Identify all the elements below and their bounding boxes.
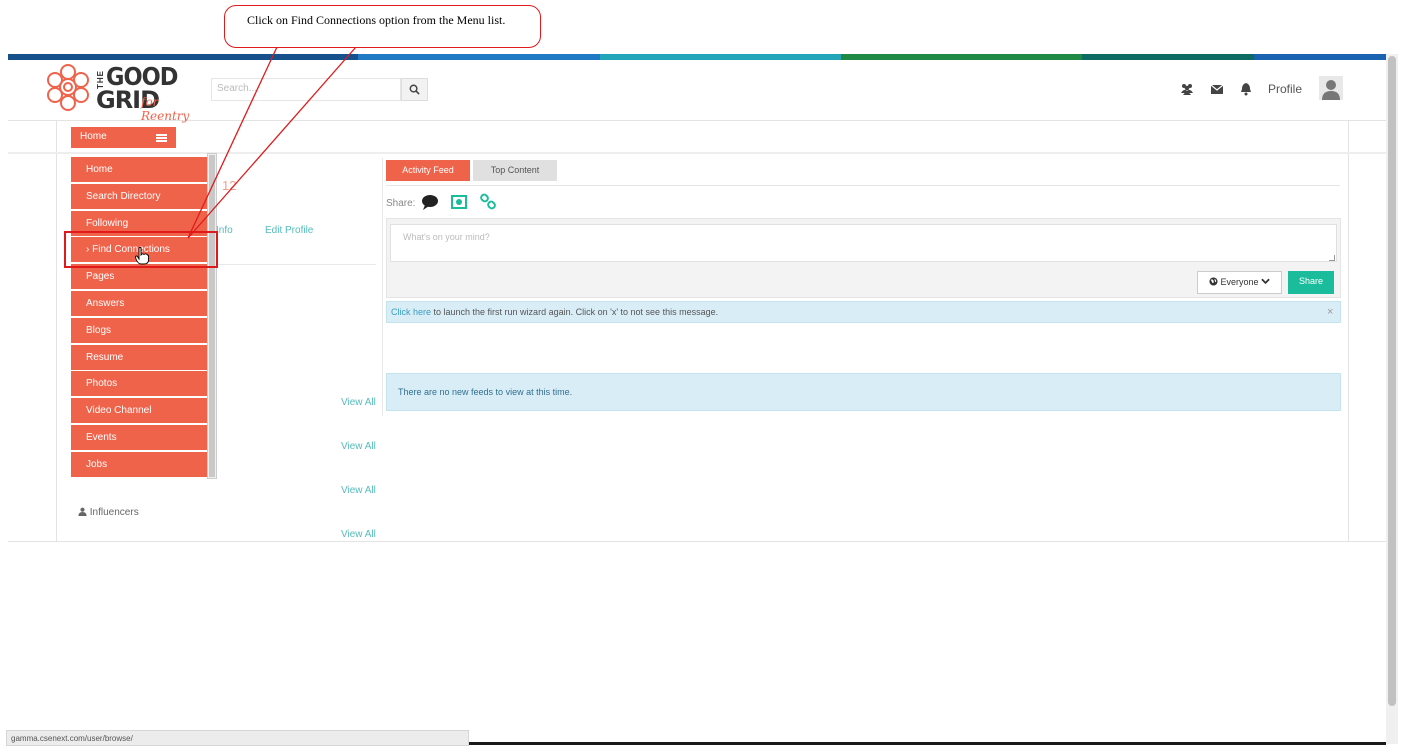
comment-icon[interactable] [421, 193, 439, 211]
influencers-heading: Influencers [78, 507, 139, 518]
user-silhouette-icon [1322, 80, 1340, 100]
content-border-left [56, 121, 57, 542]
chevron-down-icon [1261, 278, 1270, 285]
content-border-bottom [8, 541, 1386, 542]
close-icon[interactable]: × [1327, 306, 1333, 318]
page-scrollbar[interactable] [1386, 54, 1398, 744]
menu-item-jobs[interactable]: Jobs [71, 451, 207, 478]
site-header: THE GOOD GRID for Reentry Search... Prof… [8, 60, 1386, 123]
page-scrollbar-thumb[interactable] [1388, 56, 1396, 706]
profile-count: 12 [222, 178, 237, 193]
menu-item-photos[interactable]: Photos [71, 371, 207, 398]
flower-logo-icon [47, 64, 89, 111]
status-bar-url: gamma.csenext.com/user/browse/ [6, 730, 469, 746]
menu-item-resume[interactable]: Resume [71, 344, 207, 371]
tab-activity-feed[interactable]: Activity Feed [386, 160, 470, 181]
audience-dropdown[interactable]: Everyone [1197, 271, 1282, 294]
audience-label: Everyone [1220, 277, 1259, 287]
photo-icon[interactable] [450, 193, 468, 211]
menu-item-pages[interactable]: Pages [71, 264, 207, 291]
profile-link[interactable]: Profile [1268, 82, 1302, 96]
view-all-link[interactable]: View All [341, 485, 376, 496]
tab-top-content[interactable]: Top Content [473, 160, 557, 181]
info-link[interactable]: Info [216, 225, 233, 236]
view-all-link[interactable]: View All [341, 529, 376, 540]
wizard-link[interactable]: Click here [391, 307, 431, 317]
taskbar-edge [469, 742, 1386, 745]
bell-icon[interactable] [1239, 82, 1253, 96]
menu-scrollbar[interactable] [207, 153, 217, 479]
main-menu-dropdown: Home Search Directory Following › Find C… [71, 157, 207, 479]
feed-divider [382, 158, 383, 416]
share-button[interactable]: Share [1288, 271, 1334, 294]
search-icon [409, 84, 420, 95]
logo-tagline: for Reentry [141, 95, 190, 123]
menu-scrollbar-thumb[interactable] [209, 155, 215, 477]
link-icon[interactable] [479, 193, 497, 211]
users-icon[interactable] [1180, 82, 1194, 96]
no-feeds-alert: There are no new feeds to view at this t… [386, 373, 1341, 411]
avatar[interactable] [1319, 76, 1343, 100]
search-input[interactable]: Search... [211, 78, 401, 101]
left-divider [216, 264, 376, 265]
view-all-link[interactable]: View All [341, 441, 376, 452]
instruction-callout: Click on Find Connections option from th… [224, 5, 541, 48]
post-textarea[interactable]: What's on your mind? [390, 224, 1337, 262]
tab-underline [386, 185, 1340, 186]
menu-item-search-directory[interactable]: Search Directory [71, 183, 207, 210]
menu-item-home[interactable]: Home [71, 157, 207, 183]
influencers-label: Influencers [89, 507, 139, 518]
menu-item-answers[interactable]: Answers [71, 290, 207, 317]
edit-profile-link[interactable]: Edit Profile [265, 225, 313, 236]
menu-item-video-channel[interactable]: Video Channel [71, 398, 207, 425]
search-button[interactable] [401, 78, 428, 101]
content-border-right [1348, 121, 1349, 542]
wizard-alert: Click here to launch the first run wizar… [386, 301, 1341, 323]
menu-item-events[interactable]: Events [71, 424, 207, 451]
user-icon [78, 507, 87, 516]
home-menu-button[interactable]: Home [71, 127, 176, 148]
menu-item-blogs[interactable]: Blogs [71, 317, 207, 344]
wizard-text: to launch the first run wizard again. Cl… [431, 307, 719, 317]
home-menu-label: Home [80, 131, 107, 142]
share-label: Share: [386, 198, 416, 209]
logo[interactable]: THE GOOD GRID for Reentry [44, 62, 204, 123]
view-all-link[interactable]: View All [341, 397, 376, 408]
envelope-icon[interactable] [1210, 82, 1224, 96]
globe-icon [1209, 277, 1218, 286]
textarea-resize-handle[interactable] [1329, 255, 1335, 261]
hand-cursor-icon [135, 247, 149, 265]
hamburger-icon [156, 134, 167, 142]
